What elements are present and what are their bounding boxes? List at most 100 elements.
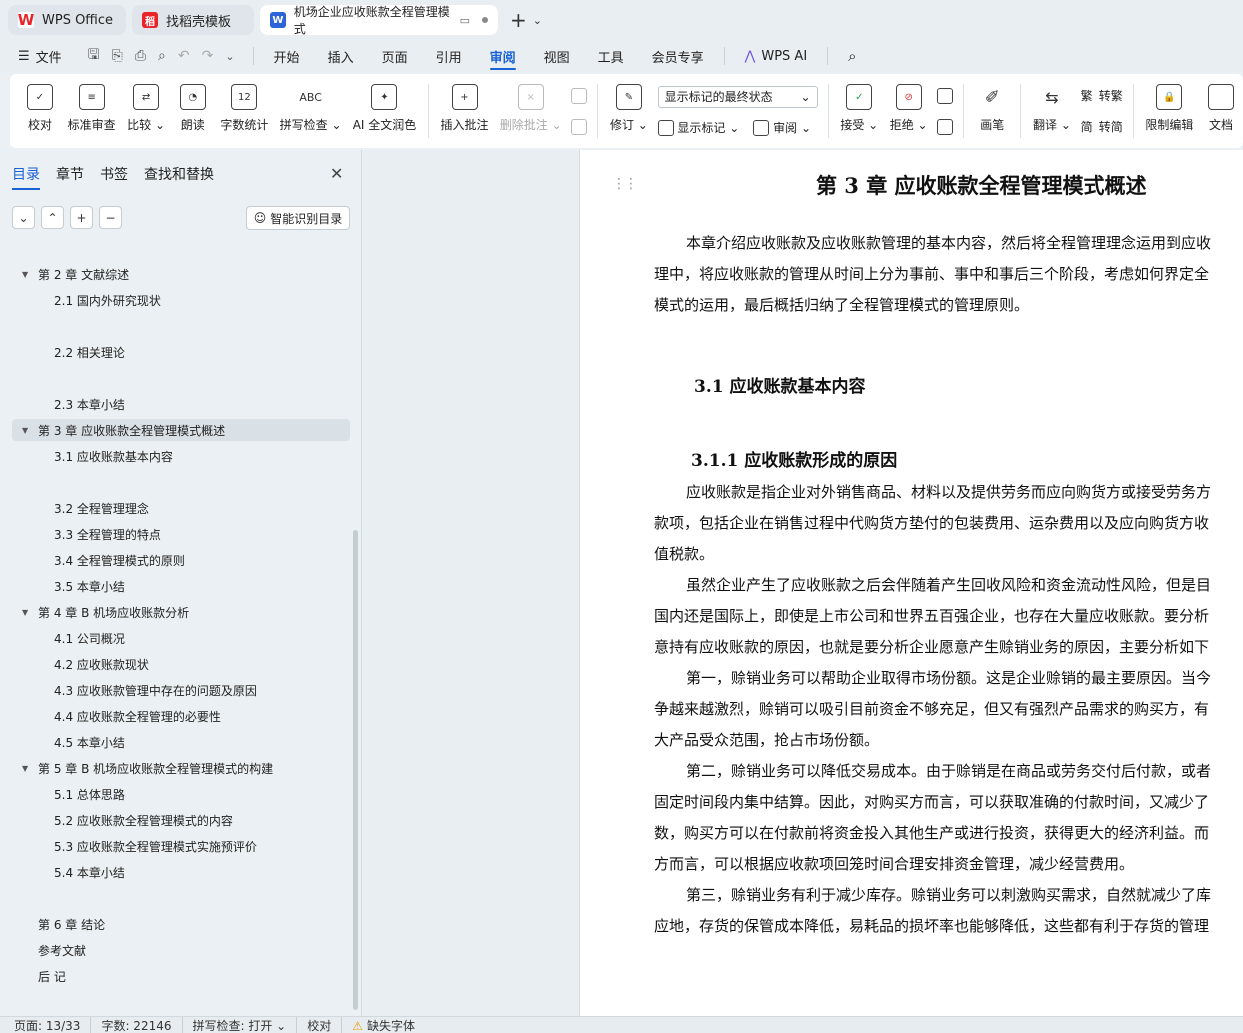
tab-wps-office[interactable]: W WPS Office — [8, 5, 126, 35]
toc-item[interactable]: 3.1 应收账款基本内容 — [54, 445, 173, 467]
toc-item[interactable]: 3.2 全程管理理念 — [54, 497, 149, 519]
nav-tab-sections[interactable]: 章节 — [56, 164, 84, 190]
nav-tab-bookmarks[interactable]: 书签 — [100, 164, 128, 190]
search-button[interactable]: ⌕ — [834, 40, 870, 72]
toc-item[interactable]: 5.3 应收账款全程管理模式实施预评价 — [54, 835, 257, 857]
more-chevron-icon[interactable]: ⌄ — [225, 50, 234, 63]
monitor-icon[interactable]: ▭ — [460, 14, 470, 27]
redo-icon[interactable]: ↷ — [202, 48, 214, 64]
tab-current-document[interactable]: W 机场企业应收账款全程管理模式 ▭ — [260, 5, 498, 36]
toc-item[interactable]: 3.3 全程管理的特点 — [54, 523, 161, 545]
print-icon[interactable]: ⎙ — [135, 48, 146, 64]
toc-item[interactable]: 3.4 全程管理模式的原则 — [54, 549, 185, 571]
ai-polish-button[interactable]: ✦ AI 全文润色 — [347, 78, 422, 148]
toc-item[interactable]: 5.1 总体思路 — [54, 783, 125, 805]
delete-comment-button[interactable]: × 删除批注 ⌄ — [494, 78, 567, 148]
standard-review-button[interactable]: ≡ 标准审查 — [62, 78, 121, 148]
nav-scrollbar[interactable] — [353, 530, 358, 1010]
accept-button[interactable]: ✓ 接受 ⌄ — [835, 78, 884, 148]
page-count[interactable]: 页面: 13/33 — [14, 1016, 92, 1033]
to-simplified-button[interactable]: 简 转简 — [1081, 118, 1123, 135]
read-aloud-button[interactable]: ◔ 朗读 — [171, 78, 215, 148]
toc-item[interactable]: 2.2 相关理论 — [54, 341, 125, 363]
reject-button[interactable]: ⊘ 拒绝 ⌄ — [884, 78, 933, 148]
word-count[interactable]: 字数: 22146 — [101, 1016, 183, 1033]
toc-item[interactable]: 2.3 本章小结 — [54, 393, 125, 415]
doc-protect-button[interactable]: 文档 — [1199, 78, 1243, 148]
expand-chevron-up-icon[interactable]: ⌃ — [41, 206, 64, 229]
expand-triangle-icon[interactable]: ▼ — [22, 764, 32, 773]
menu-review[interactable]: 审阅 — [476, 40, 530, 72]
expand-triangle-icon[interactable]: ▼ — [22, 608, 32, 617]
tab-docer[interactable]: 稻 找稻壳模板 — [132, 5, 254, 35]
toc-item[interactable]: ▼ 第 2 章 文献综述 — [12, 263, 129, 285]
toc-item[interactable]: 5.2 应收账款全程管理模式的内容 — [54, 809, 233, 831]
pen-button[interactable]: ✐ 画笔 — [970, 78, 1014, 148]
save-icon[interactable]: 🖫 — [88, 44, 100, 68]
show-markup-button[interactable]: 显示标记 ⌄ — [657, 119, 739, 137]
toc-item[interactable]: 3.5 本章小结 — [54, 575, 125, 597]
translate-button[interactable]: ⇆ 翻译 ⌄ — [1027, 78, 1076, 148]
toc-item[interactable]: 4.2 应收账款现状 — [54, 653, 149, 675]
menu-references[interactable]: 引用 — [422, 40, 476, 72]
toc-item[interactable]: 4.4 应收账款全程管理的必要性 — [54, 705, 221, 727]
expand-triangle-icon[interactable]: ▼ — [22, 426, 32, 435]
nav-tab-toc[interactable]: 目录 — [12, 164, 40, 190]
review-pane-button[interactable]: 审阅 ⌄ — [753, 119, 811, 137]
remove-heading-minus-icon[interactable]: − — [99, 206, 122, 229]
smart-toc-button[interactable]: ☺ 智能识别目录 — [246, 206, 350, 230]
missing-font-status[interactable]: ⚠ 缺失字体 — [352, 1017, 415, 1033]
add-heading-plus-icon[interactable]: + — [70, 206, 93, 229]
toc-item[interactable]: 4.3 应收账款管理中存在的问题及原因 — [54, 679, 257, 701]
toc-item[interactable]: 4.5 本章小结 — [54, 731, 125, 753]
read-aloud-icon: ◔ — [179, 84, 206, 110]
word-count-button[interactable]: 12 字数统计 — [215, 78, 274, 148]
markup-display-select[interactable]: 显示标记的最终状态 ⌄ — [657, 85, 818, 108]
undo-icon[interactable]: ↶ — [178, 48, 190, 64]
compare-button[interactable]: ⇄ 比较 ⌄ — [121, 78, 170, 148]
print-preview-icon[interactable]: ⌕ — [158, 48, 166, 64]
spell-check-button[interactable]: ABC 拼写检查 ⌄ — [274, 78, 347, 148]
next-change-icon[interactable] — [937, 118, 954, 135]
previous-change-icon[interactable] — [937, 87, 954, 104]
track-changes-button[interactable]: ✎ 修订 ⌄ — [604, 78, 653, 148]
menu-view[interactable]: 视图 — [530, 40, 584, 72]
navigation-pane: 目录 章节 书签 查找和替换 ✕ ⌄ ⌃ + − ☺ 智能识别目录 ▼ 第 2 章… — [0, 150, 362, 1016]
delete-comment-icon: × — [517, 84, 544, 110]
menu-page[interactable]: 页面 — [368, 40, 422, 72]
unsaved-dot-icon[interactable] — [482, 17, 488, 23]
toc-item[interactable]: 参考文献 — [12, 939, 86, 961]
tab-list-chevron-icon[interactable]: ⌄ — [533, 14, 542, 27]
proofread-status[interactable]: 校对 — [307, 1016, 343, 1033]
proofread-button[interactable]: ✓ 校对 — [18, 78, 62, 148]
compare-icon: ⇄ — [133, 84, 160, 110]
menu-wps-ai[interactable]: ⋀ WPS AI — [731, 40, 821, 72]
expand-triangle-icon[interactable]: ▼ — [22, 270, 32, 279]
new-tab-plus-icon[interactable]: + — [510, 8, 527, 32]
menu-tools[interactable]: 工具 — [584, 40, 638, 72]
toc-item[interactable]: ▼ 第 4 章 B 机场应收账款分析 — [12, 601, 189, 623]
spell-check-status[interactable]: 拼写检查: 打开 ⌄ — [193, 1016, 298, 1033]
toc-item[interactable]: 5.4 本章小结 — [54, 861, 125, 883]
next-comment-icon[interactable] — [571, 118, 588, 135]
toc-item[interactable]: 第 6 章 结论 — [12, 913, 105, 935]
toc-item[interactable]: ▼ 第 3 章 应收账款全程管理模式概述 — [12, 419, 350, 441]
drag-handle-icon[interactable]: ⋮⋮ — [612, 176, 638, 192]
menu-membership[interactable]: 会员专享 — [638, 40, 718, 72]
toc-item-label: 3.5 本章小结 — [54, 579, 125, 594]
menu-insert[interactable]: 插入 — [314, 40, 368, 72]
collapse-chevron-down-icon[interactable]: ⌄ — [12, 206, 35, 229]
restrict-edit-button[interactable]: 🔒 限制编辑 — [1140, 78, 1199, 148]
previous-comment-icon[interactable] — [571, 87, 588, 104]
nav-tab-find-replace[interactable]: 查找和替换 — [144, 164, 214, 190]
export-icon[interactable]: ⎘ — [112, 48, 123, 64]
to-traditional-button[interactable]: 繁 转繁 — [1081, 87, 1123, 104]
menu-file[interactable]: ☰ 文件 — [14, 40, 76, 72]
toc-item[interactable]: ▼ 第 5 章 B 机场应收账款全程管理模式的构建 — [12, 757, 273, 779]
toc-item[interactable]: 后 记 — [12, 965, 66, 987]
close-icon[interactable]: ✕ — [330, 164, 343, 183]
insert-comment-button[interactable]: + 插入批注 — [435, 78, 494, 148]
toc-item[interactable]: 2.1 国内外研究现状 — [54, 289, 161, 311]
menu-home[interactable]: 开始 — [260, 40, 314, 72]
toc-item[interactable]: 4.1 公司概况 — [54, 627, 125, 649]
